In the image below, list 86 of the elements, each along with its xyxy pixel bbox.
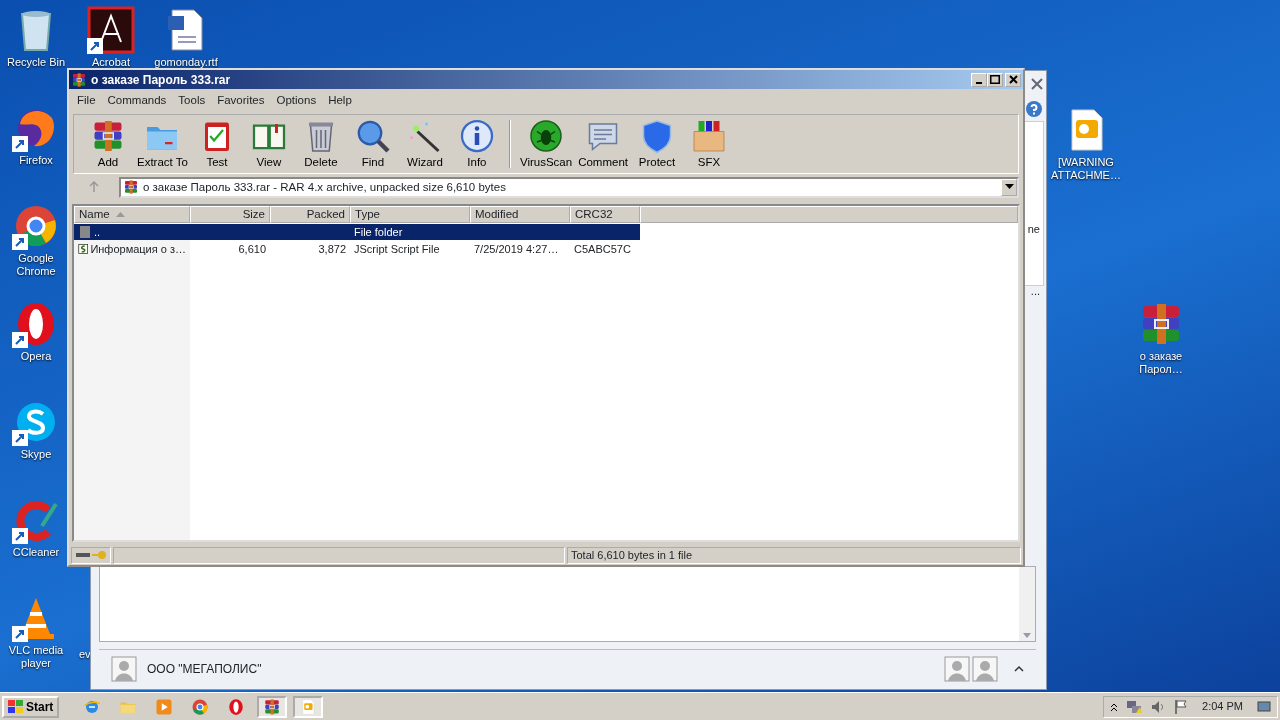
icon-label[interactable]: о заказе Парол… xyxy=(1128,350,1194,376)
drive-icon[interactable] xyxy=(75,551,91,559)
status-text: Total 6,610 bytes in 1 file xyxy=(567,546,1021,564)
toolbar-button[interactable]: Delete xyxy=(294,117,347,171)
taskbar-app[interactable] xyxy=(257,695,288,718)
menu-item[interactable]: Commands xyxy=(101,91,173,111)
menu-item[interactable]: File xyxy=(71,91,102,111)
icon-label[interactable]: ev xyxy=(79,648,91,661)
toolbar-button[interactable]: Add xyxy=(82,117,134,171)
cell-text: Информация о з… xyxy=(90,242,186,257)
cell-text: 6,610 xyxy=(238,242,266,257)
text-fragment: ... xyxy=(1030,284,1040,299)
column-header[interactable]: CRC32 xyxy=(570,206,640,224)
menu-item[interactable]: Favorites xyxy=(211,91,271,111)
stacked-books-icon xyxy=(263,697,282,716)
caret-up-icon[interactable] xyxy=(1014,664,1024,673)
icon-label[interactable]: VLC media player xyxy=(3,644,69,670)
start-button[interactable]: Start xyxy=(2,695,60,718)
toolbar-button[interactable]: Comment xyxy=(575,117,631,171)
close-icon xyxy=(1008,75,1018,84)
minimize-icon xyxy=(976,81,982,84)
icon-label[interactable]: Firefox xyxy=(19,154,53,167)
text-fragment: ne xyxy=(1027,222,1040,237)
chevron-up-icon[interactable] xyxy=(1110,701,1119,712)
column-header[interactable]: Modified xyxy=(470,206,570,224)
tricolor-circle-icon xyxy=(191,697,210,716)
flag-icon[interactable] xyxy=(1174,698,1189,715)
icon-label[interactable]: gomonday.rtf xyxy=(154,56,218,69)
column-header[interactable]: Packed xyxy=(270,206,350,224)
stacked-books-icon xyxy=(71,71,87,88)
toolbar-button[interactable]: Info xyxy=(450,117,503,171)
avatar-icon xyxy=(111,655,137,682)
clock[interactable]: 2:04 PM xyxy=(1202,698,1243,715)
script-file-icon xyxy=(78,242,89,257)
file-row[interactable]: Информация о з… 6,610 3,872 JScript Script File 7/25/2019 4:27… C5ABC57C xyxy=(74,241,640,258)
menu-item[interactable]: Help xyxy=(322,91,358,111)
dropdown-arrow-icon[interactable] xyxy=(1004,184,1014,191)
column-header[interactable]: Size xyxy=(190,206,270,224)
maximize-icon xyxy=(990,75,1000,84)
close-icon[interactable] xyxy=(1030,77,1044,91)
cell-text: .. xyxy=(94,225,101,240)
cell-text: File folder xyxy=(354,225,403,240)
toolbar-button[interactable]: Protect xyxy=(631,117,683,171)
cell-text: 3,872 xyxy=(318,242,346,257)
path-field[interactable]: о заказе Пароль 333.rar - RAR 4.x archive, unpacked size 6,610 bytes xyxy=(119,176,1019,198)
network-icon[interactable] xyxy=(1126,698,1143,715)
stacked-books-icon xyxy=(123,179,139,196)
help-icon[interactable] xyxy=(1026,101,1042,117)
toolbar-button[interactable]: SFX xyxy=(683,117,735,171)
menu-item[interactable]: Tools xyxy=(172,91,212,111)
menu-item[interactable]: Options xyxy=(270,91,323,111)
toolbar-button[interactable]: Extract To xyxy=(134,117,191,171)
window-title: о заказе Пароль 333.rar xyxy=(91,71,231,89)
four-squares-icon xyxy=(8,699,24,714)
info-icon xyxy=(458,117,495,154)
contact-name: ООО "МЕГАПОЛИС" xyxy=(147,660,262,678)
icon-label[interactable]: Acrobat xyxy=(92,56,130,69)
toolbar-button[interactable]: Wizard xyxy=(398,117,451,171)
minimize-button[interactable] xyxy=(971,72,987,87)
avatar-icon xyxy=(972,655,998,682)
close-button[interactable] xyxy=(1005,72,1021,87)
ring-icon xyxy=(227,697,246,716)
icon-label[interactable]: Recycle Bin xyxy=(6,56,66,69)
avatar-icon xyxy=(944,655,970,682)
cell-text: JScript Script File xyxy=(354,242,440,257)
document-swoosh-icon[interactable] xyxy=(87,6,135,54)
up-arrow-icon xyxy=(88,181,100,194)
icon-label[interactable]: Skype xyxy=(20,448,52,461)
cell-text: 7/25/2019 4:27… xyxy=(474,242,559,257)
toolbar-button[interactable]: VirusScan xyxy=(516,117,576,171)
show-desktop-icon[interactable] xyxy=(1257,699,1271,714)
bug-icon xyxy=(528,117,565,154)
icon-label[interactable]: Google Chrome xyxy=(3,252,69,278)
column-header[interactable]: Type xyxy=(350,206,470,224)
column-header[interactable]: Name xyxy=(74,206,190,224)
icon-label[interactable]: [WARNING ATTACHME… xyxy=(1051,156,1121,182)
folder-icon xyxy=(78,225,92,240)
icon-label[interactable]: CCleaner xyxy=(12,546,60,559)
maximize-button[interactable] xyxy=(987,72,1003,87)
play-icon xyxy=(155,697,174,716)
toolbar-button[interactable]: Find xyxy=(346,117,399,171)
toolbar-button[interactable]: View xyxy=(242,117,295,171)
file-row[interactable]: .. File folder xyxy=(74,224,640,241)
icon-label[interactable]: Opera xyxy=(20,350,52,363)
toolbar-button[interactable]: Test xyxy=(190,117,243,171)
cell-text: C5ABC57C xyxy=(574,242,631,257)
